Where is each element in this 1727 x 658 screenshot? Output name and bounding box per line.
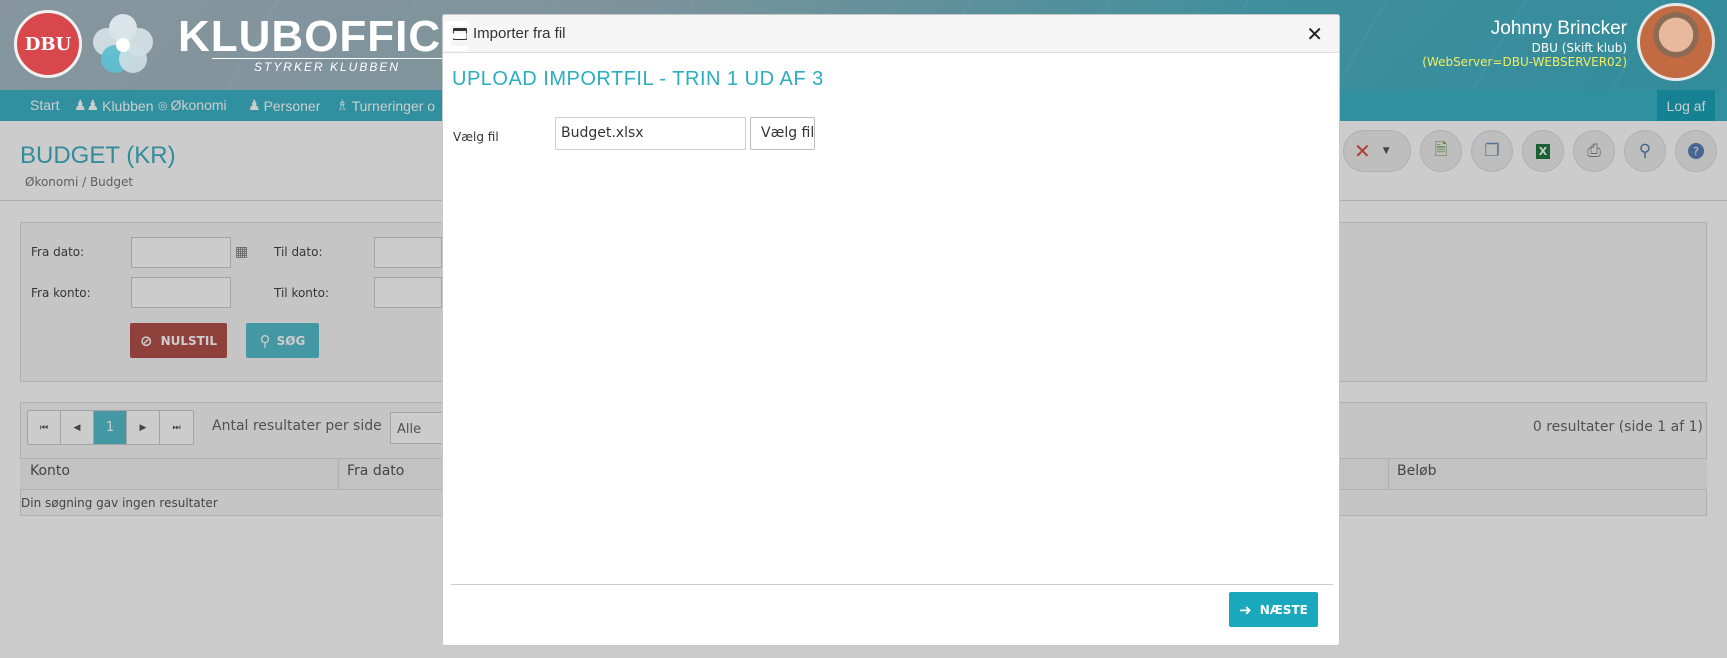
choose-file-button[interactable]: Vælg fil (750, 117, 815, 150)
file-name-field[interactable]: Budget.xlsx (555, 117, 746, 150)
footer-divider (451, 584, 1333, 585)
kluboffice-flower-icon (93, 14, 153, 73)
next-button[interactable]: ➜ NÆSTE (1229, 592, 1318, 627)
dialog-header: Importer fra fil ✕ (443, 15, 1339, 53)
app-title: KLUBOFFICE (178, 12, 472, 61)
import-dialog: Importer fra fil ✕ UPLOAD IMPORTFIL - TR… (442, 14, 1340, 646)
app-subtitle: STYRKER KLUBBEN (212, 58, 442, 74)
user-info: Johnny Brincker DBU (Skift klub) (WebSer… (1422, 18, 1627, 69)
step-heading: UPLOAD IMPORTFIL - TRIN 1 UD AF 3 (452, 68, 824, 90)
next-label: NÆSTE (1259, 602, 1308, 617)
switch-club-link[interactable]: DBU (Skift klub) (1422, 41, 1627, 55)
avatar[interactable] (1637, 3, 1715, 81)
arrow-right-icon: ➜ (1239, 600, 1252, 619)
user-name: Johnny Brincker (1490, 18, 1627, 39)
dbu-logo[interactable]: DBU (14, 10, 82, 78)
dialog-title: Importer fra fil (473, 25, 566, 42)
dbu-logo-text: DBU (24, 33, 72, 55)
file-label: Vælg fil (453, 130, 499, 144)
server-label: (WebServer=DBU-WEBSERVER02) (1422, 55, 1627, 69)
close-icon[interactable]: ✕ (1306, 22, 1323, 46)
